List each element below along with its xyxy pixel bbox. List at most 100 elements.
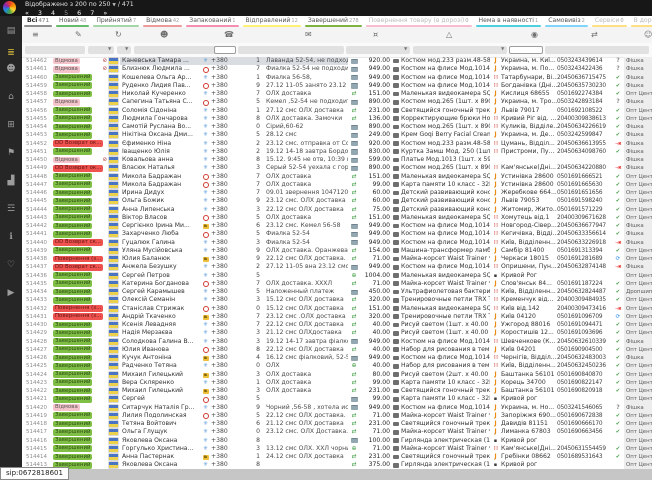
tab-В дорозі додому[interactable]: В дорозі додому0 (629, 16, 652, 27)
table-row[interactable]: 514423ЗавершенийВера Скляренко✳+3801ОЛХ … (22, 379, 652, 387)
table-row[interactable]: 514425ЗавершенийРадченко Тетяна✳+3800ОЛХ… (22, 362, 652, 370)
table-row[interactable]: 514434ЗавершенийСергей Карамышев✳+3805На… (22, 288, 652, 296)
table-row[interactable]: 514462Відмова⊘Каневська Тамара ...✳+3801… (22, 57, 652, 65)
phone-icon[interactable]: ☎ (224, 30, 234, 40)
settings-icon[interactable]: ☲ (0, 204, 22, 214)
filter-box[interactable] (117, 46, 131, 55)
pager-page-3[interactable]: 3 (38, 9, 42, 17)
table-row[interactable]: 514437DD Возврат ск...Анжела Безушку✳+38… (22, 263, 652, 271)
table-row[interactable]: 514443ЗавершенийВіктор Власов+3805ОЛХ до… (22, 214, 652, 222)
table-row[interactable]: 514446ЗавершенийИрина Дидух✳+380709.01 з… (22, 189, 652, 197)
table-row[interactable]: 514449DD Возврат ок...Власюк Наталья✳+38… (22, 164, 652, 172)
filter-box[interactable] (346, 46, 410, 55)
table-row[interactable]: 514460ЗавершенийКошелева Ольга Ар...✳+38… (22, 74, 652, 82)
campaigns-icon[interactable]: ⚑ (0, 148, 22, 158)
table-row[interactable]: 514424ЗавершенийМихаил Гилецькийlk+3803О… (22, 371, 652, 379)
table-row[interactable]: 514450Відмова⊘Ковальова анна✳+380815.12.… (22, 156, 652, 164)
page-size-dropdown-icon[interactable]: ▼ (112, 3, 115, 8)
pager-prev-icon[interactable]: « (25, 9, 29, 17)
orders-icon[interactable]: ≣ (0, 48, 22, 58)
customers-icon[interactable]: ☻ (160, 30, 168, 40)
table-row[interactable]: 514455ЗавершенийЛюдмила Гончарова✳+3808О… (22, 115, 652, 123)
table-row[interactable]: 514414ЗавершенийАнна Пастернакlk+380124.… (22, 453, 652, 461)
pager-page-6[interactable]: 6 (77, 9, 81, 17)
table-row[interactable]: 514426ЗавершенийКучук Антонінаlk+380416.… (22, 354, 652, 362)
table-row[interactable]: 514436ЗавершенийСергей Петров✳+3805⊕1004… (22, 272, 652, 280)
table-row[interactable]: 514429ЗавершенийНадія Мерзаєва✳+380321.1… (22, 329, 652, 337)
manager-icon[interactable]: ☺ (644, 30, 652, 40)
tab-Відмова[interactable]: Відмова42 (141, 16, 184, 27)
info-icon[interactable]: ℹ (0, 232, 22, 242)
dashboard-icon[interactable]: ▤ (0, 26, 22, 36)
comment-icon[interactable]: ✉ (305, 30, 312, 40)
table-row[interactable]: 514441ЗавершенийЗахарченко Люба+3805Фиал… (22, 230, 652, 238)
table-row[interactable]: 514459ЗавершенийРуденко Лидия Пав...+380… (22, 82, 652, 90)
tab-Відправлений[interactable]: Відправлений12 (241, 16, 303, 27)
filter-box[interactable] (509, 46, 543, 55)
dropdown-arrow-icon[interactable]: ▼ (501, 47, 504, 52)
table-row[interactable]: 514435ЗавершенийКатерина Богданова+3807О… (22, 280, 652, 288)
dropdown-arrow-icon[interactable]: ▼ (108, 47, 111, 52)
status-edit-icon[interactable]: ✎ (75, 30, 82, 40)
table-row[interactable]: 514453ЗавершенийНікітіна Оксана Дми...✳+… (22, 131, 652, 139)
tab-Всі[interactable]: Всі471 (22, 16, 54, 27)
table-row[interactable]: 514451ЗавершенийІващенко Юлія✳+380219.12… (22, 148, 652, 156)
pager-page-5[interactable]: 5 (64, 9, 68, 17)
pager-next-icon[interactable]: » (103, 9, 107, 17)
tab-Новий[interactable]: Новий48 (54, 16, 91, 27)
table-row[interactable]: 514415ЗавершенийГоргулько Христина...✳+3… (22, 445, 652, 453)
table-row[interactable]: 514456ЗавершенийСоломія Сідоніна✳+380127… (22, 107, 652, 115)
support-icon[interactable]: ♡ (0, 260, 22, 270)
table-row[interactable]: 514427ЗавершенийЮлия Иванова+380822.12 с… (22, 346, 652, 354)
tab-Прийнятий[interactable]: Прийнятий7 (91, 16, 141, 27)
shipping-icon[interactable]: ⇄ (591, 30, 598, 40)
refresh-icon[interactable]: ↻ (115, 30, 122, 40)
dropdown-arrow-icon[interactable]: ▼ (125, 47, 128, 52)
tab-Нема в наявності[interactable]: Нема в наявності1 (474, 16, 544, 27)
filter-box[interactable] (413, 46, 507, 55)
table-row[interactable]: 514438Повернення (з...Юлия Баланюкlk+380… (22, 255, 652, 263)
tab-Самовивіз[interactable]: Самовивіз2 (543, 16, 590, 27)
table-row[interactable]: 514431Повернення (з...Андрій Ткаченкоlk+… (22, 313, 652, 321)
customers-icon[interactable]: ☻ (0, 64, 22, 74)
tab-Сервіси[interactable]: Сервіси0 (590, 16, 629, 27)
table-row[interactable]: 514433ЗавершенийОлексій Семанін✳+380315.… (22, 296, 652, 304)
filter-box[interactable] (545, 46, 649, 55)
filter-box[interactable] (238, 46, 344, 55)
media-icon[interactable]: ▶ (0, 288, 22, 298)
table-row[interactable]: 514439ЗавершенийУляна Мусійовська✳+3809О… (22, 247, 652, 255)
table-row[interactable]: 514420ВідмоваСитарчук Наталія Гр...✳+380… (22, 404, 652, 412)
table-row[interactable]: 514457ВідмоваСапегина Татьяна С...+3805К… (22, 98, 652, 106)
pager-page-7[interactable]: 7 (90, 9, 94, 17)
payment-icon[interactable]: ¤ (373, 30, 378, 40)
products-icon[interactable]: △ (446, 30, 452, 40)
table-row[interactable]: 514432Повернення (з...Станіслав Стрижак+… (22, 305, 652, 313)
filter-box[interactable] (25, 46, 85, 55)
table-row[interactable]: 514442ЗавершенийСергієнко Ірина Ми...lk+… (22, 222, 652, 230)
table-row[interactable]: 514422ЗавершенийМихаил Гилецькийlk+3803О… (22, 387, 652, 395)
table-row[interactable]: 514444ЗавершенийАнна Липенська✳+380322.1… (22, 206, 652, 214)
table-row[interactable]: 514458ЗавершенийНиколай Кучеренко✳+3807О… (22, 90, 652, 98)
table-row[interactable]: 514454ЗавершенийСамотій Руслана Во...✳+3… (22, 123, 652, 131)
cart-icon[interactable]: ⊞ (0, 120, 22, 130)
table-row[interactable]: 514447ЗавершенийМикола Бадражан+3807ОЛХ … (22, 181, 652, 189)
table-row[interactable]: 514421ЗавершенийСергей+380599.00Карта па… (22, 395, 652, 403)
dropdown-arrow-icon[interactable]: ▼ (404, 47, 407, 52)
stats-icon[interactable]: ▟ (0, 176, 22, 186)
filter-box[interactable] (214, 46, 236, 55)
sort-icon[interactable]: ≡ (32, 30, 39, 40)
table-row[interactable]: 514416ЗавершенийЯковлева Оксана✳+3808100… (22, 437, 652, 445)
location-icon[interactable]: ◉ (531, 30, 538, 40)
table-row[interactable]: 514440DD Возврат ск...Гуцалюк Галина✳+38… (22, 239, 652, 247)
table-row[interactable]: 514419ЗавершенийЛилия Подолинская+380522… (22, 412, 652, 420)
tab-Повернення товару (в дорозі)[interactable]: Повернення товару (в дорозі)0 (364, 16, 474, 27)
tab-Запакований[interactable]: Запакований1 (184, 16, 240, 27)
table-row[interactable]: 514461Відмова⊘Близнюк Людмила ...+3807Фи… (22, 65, 652, 73)
table-row[interactable]: 514445ЗавершенийОльга Божик✳+380923.12 с… (22, 197, 652, 205)
store-icon[interactable]: ⌂ (0, 92, 22, 102)
table-row[interactable]: 514417ЗавершенийОльга Глущук✳+380023.12 … (22, 428, 652, 436)
pager-page-4[interactable]: 4 (51, 9, 55, 17)
tab-Завершений[interactable]: Завершений278 (303, 16, 364, 27)
table-row[interactable]: 514428ЗавершенийСолодкова Галина В...✳+3… (22, 338, 652, 346)
table-row[interactable]: 514430ЗавершенийКсенія Левадняя✳+380722.… (22, 321, 652, 329)
